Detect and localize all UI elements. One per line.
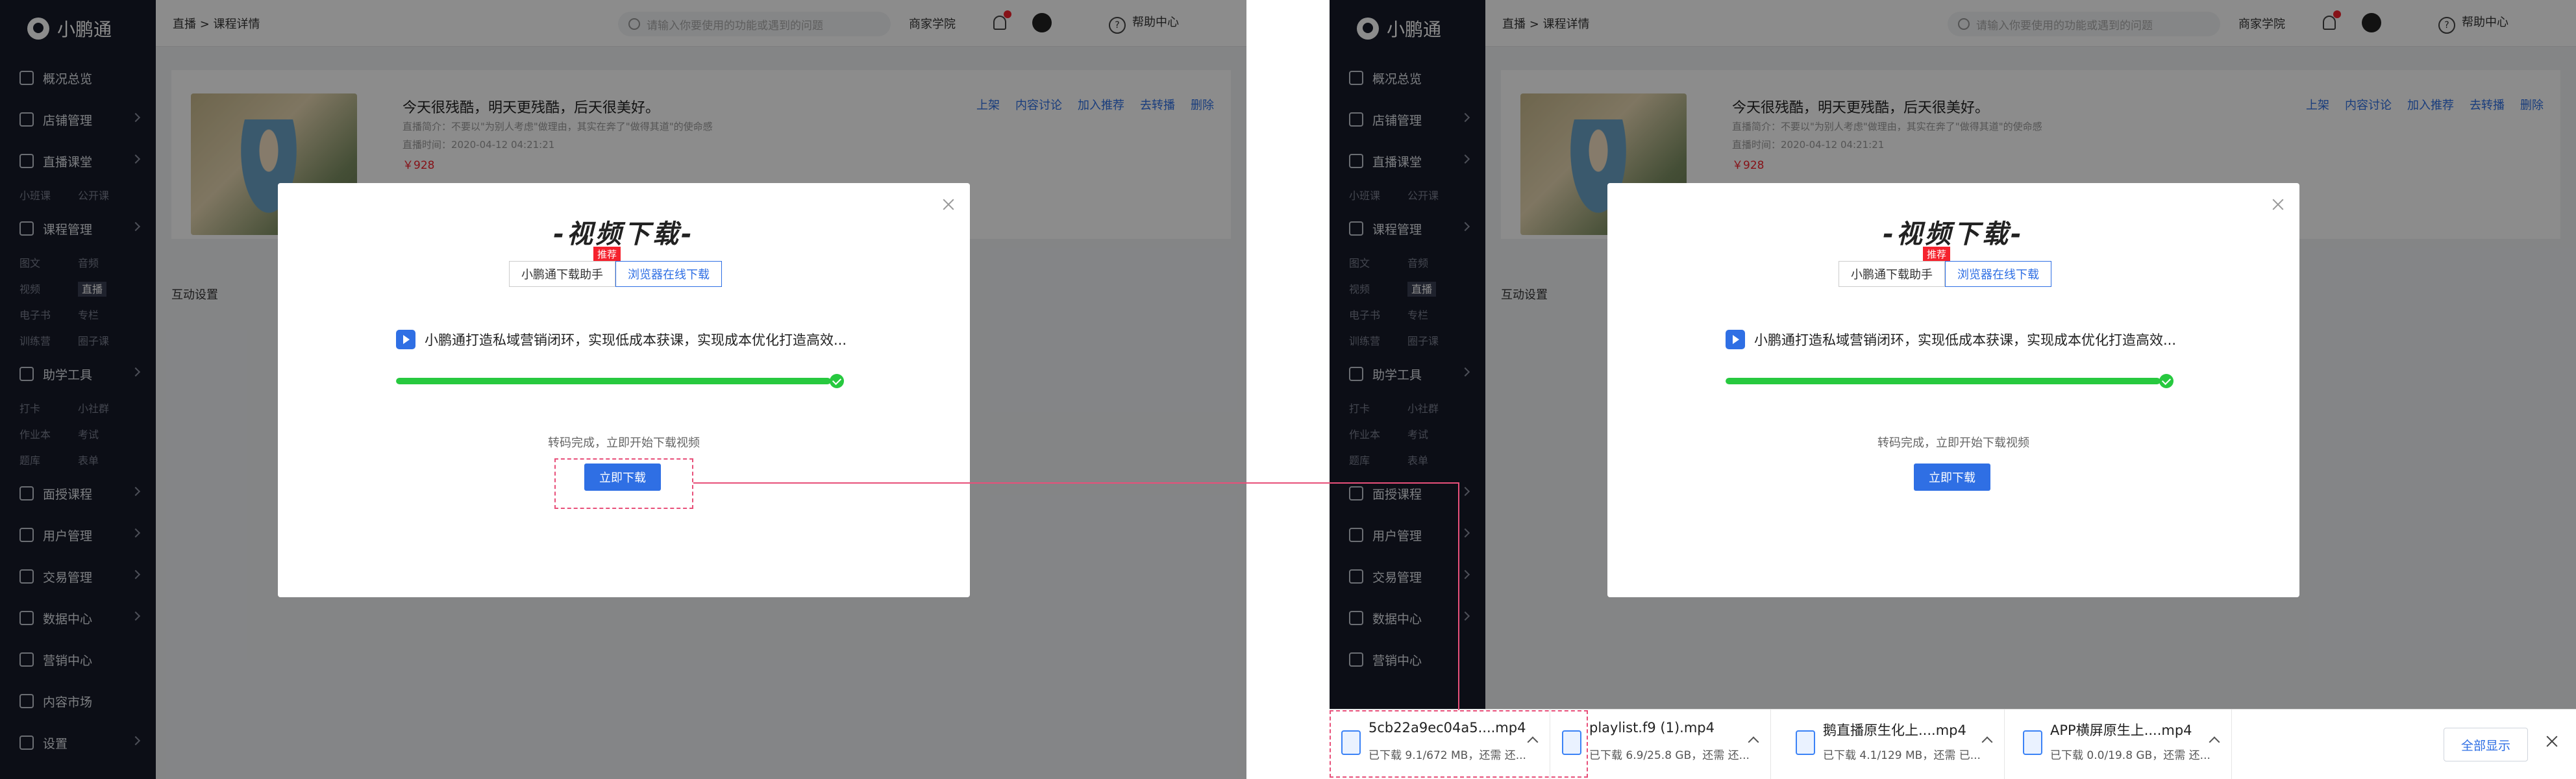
download-item[interactable]: APP横屏原生上....mp4 已下载 0.0/19.8 GB，还需 还... <box>2011 710 2232 779</box>
file-icon <box>1796 730 1815 755</box>
show-all-button[interactable]: 全部显示 <box>2443 728 2528 761</box>
right-screenshot: 小鹏通 概况总览 店铺管理 直播课堂 小班课 公开课 课程管理 图文 音频 视频 直播… <box>1330 0 2576 779</box>
play-icon <box>396 330 415 349</box>
close-icon[interactable] <box>941 197 956 212</box>
download-status: 已下载 0.0/19.8 GB，还需 还... <box>2050 749 2211 762</box>
annotation-connector-horizontal <box>693 482 1459 484</box>
check-circle-icon <box>830 374 844 388</box>
download-method-tabs: 小鹏通下载助手 浏览器在线下载 <box>1839 261 2051 287</box>
download-filename: 鹅直播原生化上....mp4 <box>1823 723 1966 738</box>
download-task: 小鹏通打造私域营销闭环，实现低成本获课，实现成本优化打造高效... <box>1726 330 2176 349</box>
download-now-button[interactable]: 立即下载 <box>1914 464 1990 491</box>
chevron-up-icon[interactable] <box>1748 736 1759 748</box>
close-icon[interactable] <box>2271 197 2285 212</box>
download-filename: APP横屏原生上....mp4 <box>2050 723 2192 738</box>
download-method-tabs: 小鹏通下载助手 浏览器在线下载 <box>509 261 722 287</box>
status-text: 转码完成，立即开始下载视频 <box>1877 436 2029 450</box>
play-icon <box>1726 330 1745 349</box>
highlight-download-item <box>1330 710 1588 778</box>
video-download-modal: -视频下载- 推荐 小鹏通下载助手 浏览器在线下载 小鹏通打造私域营销闭环，实现… <box>278 183 970 597</box>
video-download-modal: -视频下载- 推荐 小鹏通下载助手 浏览器在线下载 小鹏通打造私域营销闭环，实现… <box>1607 183 2299 597</box>
download-item[interactable]: 鹅直播原生化上....mp4 已下载 4.1/129 MB，还需 已... <box>1784 710 2005 779</box>
status-text: 转码完成，立即开始下载视频 <box>548 436 700 450</box>
download-task: 小鹏通打造私域营销闭环，实现低成本获课，实现成本优化打造高效... <box>396 330 847 349</box>
progress-fill <box>1726 378 2161 384</box>
modal-title: -视频下载- <box>1883 219 2024 249</box>
chevron-up-icon[interactable] <box>1981 736 1993 748</box>
annotation-connector-vertical <box>1458 482 1459 710</box>
tab-download-helper[interactable]: 小鹏通下载助手 <box>509 261 615 287</box>
tab-browser-download[interactable]: 浏览器在线下载 <box>615 261 722 287</box>
task-title: 小鹏通打造私域营销闭环，实现低成本获课，实现成本优化打造高效... <box>425 332 847 348</box>
close-icon[interactable] <box>2545 734 2559 748</box>
file-icon <box>2023 730 2042 755</box>
highlight-download-button <box>554 458 693 509</box>
download-status: 已下载 4.1/129 MB，还需 已... <box>1823 749 1981 762</box>
task-title: 小鹏通打造私域营销闭环，实现低成本获课，实现成本优化打造高效... <box>1754 332 2177 348</box>
chevron-up-icon[interactable] <box>2209 736 2220 748</box>
recommend-badge: 推荐 <box>593 247 621 262</box>
transcode-progress <box>1726 378 2161 384</box>
progress-fill <box>396 378 831 384</box>
transcode-progress <box>396 378 831 384</box>
download-filename: playlist.f9 (1).mp4 <box>1589 720 1715 736</box>
modal-title: -视频下载- <box>553 219 695 249</box>
tab-download-helper[interactable]: 小鹏通下载助手 <box>1839 261 1945 287</box>
download-status: 已下载 6.9/25.8 GB，还需 还... <box>1589 749 1750 762</box>
tab-browser-download[interactable]: 浏览器在线下载 <box>1945 261 2051 287</box>
left-screenshot: 小鹏通 概况总览 店铺管理 直播课堂 小班课 公开课 课程管理 图文 音频 视频 直播… <box>0 0 1246 779</box>
check-circle-icon <box>2159 374 2174 388</box>
recommend-badge: 推荐 <box>1923 247 1951 262</box>
